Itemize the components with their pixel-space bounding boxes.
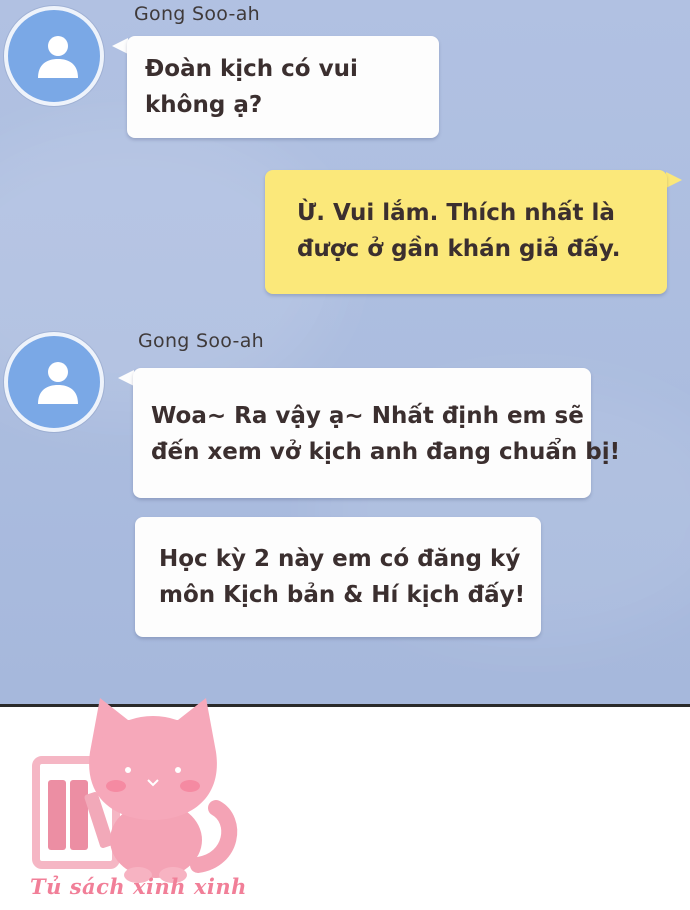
- message-text: đến xem vở kịch anh đang chuẩn bị!: [151, 439, 621, 465]
- message-bubble[interactable]: Woa~ Ra vậy ạ~ Nhất định em sẽ đến xem v…: [133, 368, 621, 498]
- message-bubble-outgoing[interactable]: Ừ. Vui lắm. Thích nhất là được ở gần khá…: [265, 170, 667, 294]
- bubble-tail: [118, 370, 134, 386]
- sender-name: Gong Soo-ah: [138, 330, 264, 352]
- chat-background: Gong Soo-ah Đoàn kịch có vui không ạ? Ừ.…: [0, 0, 690, 705]
- bubble-tail: [112, 38, 128, 54]
- message-text: không ạ?: [145, 92, 263, 118]
- message-text: Đoàn kịch có vui: [145, 56, 358, 82]
- message-text: Học kỳ 2 này em có đăng ký: [159, 546, 521, 572]
- message-text: Woa~ Ra vậy ạ~ Nhất định em sẽ: [151, 403, 584, 429]
- message-text: được ở gần khán giả đấy.: [297, 236, 621, 262]
- sender-name: Gong Soo-ah: [134, 3, 260, 25]
- sender-avatar[interactable]: [4, 6, 104, 106]
- sender-avatar[interactable]: [4, 332, 104, 432]
- user-icon: [38, 36, 78, 78]
- bubble-tail: [666, 172, 682, 188]
- message-text: môn Kịch bản & Hí kịch đấy!: [159, 582, 526, 608]
- message-text: Ừ. Vui lắm. Thích nhất là: [297, 200, 615, 226]
- message-bubble[interactable]: Đoàn kịch có vui không ạ?: [127, 36, 439, 138]
- user-icon: [38, 362, 78, 404]
- message-bubble[interactable]: Học kỳ 2 này em có đăng ký môn Kịch bản …: [135, 517, 541, 637]
- watermark-caption: Tủ sách xinh xinh: [30, 874, 247, 899]
